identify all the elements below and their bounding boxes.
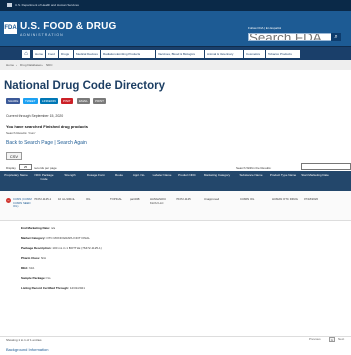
cell-start-marketing-date: 07/18/2020 bbox=[304, 197, 318, 201]
previous-page-button[interactable]: Previous bbox=[309, 337, 321, 342]
next-page-button[interactable]: Next bbox=[338, 337, 344, 342]
nav-item-cosmetics[interactable]: Cosmetics bbox=[244, 50, 265, 58]
page-size-select[interactable]: 25 bbox=[19, 164, 32, 170]
showing-entries: Showing 1 to 1 of 1 entries bbox=[6, 338, 42, 342]
nav-item-medical-devices[interactable]: Medical Devices bbox=[74, 50, 100, 58]
cell-product-ndc: 76472-1125 bbox=[176, 197, 191, 201]
table-footer bbox=[0, 336, 351, 344]
search-icon[interactable]: ⌕ bbox=[331, 33, 341, 41]
current-through: Current through September 15, 2020 bbox=[6, 114, 64, 118]
cell-strength: 10 mL/100mL bbox=[58, 197, 76, 201]
share-linkedin-button[interactable]: LINKEDIN bbox=[40, 98, 58, 104]
cell-proprietary-name[interactable]: CUMS (CUMM CUMIN SEED OIL) bbox=[13, 197, 33, 209]
cell-substance-name: CUMIN OIL bbox=[240, 197, 255, 201]
brand-subtitle: ADMINISTRATION bbox=[20, 33, 64, 37]
detail-sample-package: Sample Package: No bbox=[21, 276, 51, 280]
nav-item-radiation[interactable]: Radiation-Emitting Products bbox=[101, 50, 155, 58]
table-row[interactable] bbox=[0, 191, 351, 221]
filter-input[interactable] bbox=[301, 163, 351, 170]
breadcrumb-ndc: NDC bbox=[46, 63, 53, 67]
share-twitter-button[interactable]: TWEET bbox=[23, 98, 38, 104]
background-information-link[interactable]: Background Information bbox=[6, 347, 48, 352]
flag-icon bbox=[7, 3, 12, 7]
detail-listing-certified: Listing Record Certified Through: 12/31/… bbox=[21, 286, 85, 290]
header-links[interactable]: Follow FDA | En Español bbox=[248, 26, 281, 30]
column-header[interactable]: NDC Package Code bbox=[32, 173, 56, 182]
column-header[interactable]: Strength bbox=[58, 173, 82, 178]
breadcrumb-drug-databases[interactable]: Drug Databases bbox=[20, 63, 42, 67]
column-header[interactable]: Product Type Name bbox=[268, 173, 298, 178]
share-pinterest-button[interactable]: PINIT bbox=[61, 98, 73, 104]
column-header[interactable]: Route bbox=[110, 173, 128, 178]
column-header[interactable]: Substance Name bbox=[236, 173, 266, 178]
cell-appl-no: part348 bbox=[130, 197, 140, 201]
cell-route: TOPICAL bbox=[110, 197, 122, 201]
nav-item-food[interactable]: Food bbox=[46, 50, 58, 58]
cell-ndc-package-code: 76472-1125-1 bbox=[34, 197, 52, 201]
column-header[interactable]: Appl. No. bbox=[130, 173, 148, 178]
detail-market-category: Market Category: OTC MONOGRAPH NOT FINAL bbox=[21, 236, 90, 240]
cell-dosage-form: OIL bbox=[86, 197, 91, 201]
column-header[interactable]: Start Marketing Date bbox=[300, 173, 330, 178]
nav-item-tobacco[interactable]: Tobacco Products bbox=[266, 50, 300, 58]
cell-product-type: HUMAN OTC DRUG bbox=[272, 197, 298, 201]
results-table-header: Proprietary Name NDC Package Code Streng… bbox=[0, 171, 351, 191]
gov-banner: U.S. Department of Health and Human Serv… bbox=[0, 0, 351, 11]
nav-item-drugs[interactable]: Drugs bbox=[59, 50, 73, 58]
records-per-page-label: records per page bbox=[34, 166, 57, 170]
column-header[interactable]: Labeler Name bbox=[150, 173, 174, 178]
back-to-search-link[interactable]: Back to Search Page | Search Again bbox=[6, 140, 87, 146]
breadcrumb-home[interactable]: Home bbox=[6, 63, 14, 67]
nav-item-home[interactable]: Home bbox=[33, 50, 45, 58]
filter-label: Search Within the Results: bbox=[236, 166, 272, 170]
share-email-button[interactable]: EMAIL bbox=[77, 98, 91, 104]
collapse-row-icon[interactable]: − bbox=[6, 198, 11, 203]
detail-dea: DEA: N/A bbox=[21, 266, 35, 270]
detail-package-description: Package Description: 100 mL in 1 BOTTLE … bbox=[21, 246, 102, 250]
column-header[interactable]: Product NDC bbox=[176, 173, 198, 178]
fda-logo[interactable]: FDA bbox=[4, 22, 17, 34]
cell-labeler-name: HANGZHOU KLOU LLC bbox=[150, 197, 167, 205]
search-input[interactable] bbox=[248, 33, 332, 41]
breadcrumb: Home › Drug Databases › NDC bbox=[0, 60, 351, 70]
share-print-button[interactable]: PRINT bbox=[93, 98, 106, 104]
page-title: National Drug Code Directory bbox=[4, 80, 166, 92]
display-label: Display bbox=[6, 166, 16, 170]
share-facebook-button[interactable]: SHARE bbox=[6, 98, 21, 104]
brand-name[interactable]: U.S. FOOD & DRUG bbox=[20, 21, 117, 32]
nav-item-animal[interactable]: Animal & Veterinary bbox=[205, 50, 243, 58]
gov-banner-text: U.S. Department of Health and Human Serv… bbox=[15, 3, 79, 7]
nav-item-vaccines[interactable]: Vaccines, Blood & Biologics bbox=[156, 50, 204, 58]
searched-heading: You have searched Finished drug products bbox=[6, 124, 88, 129]
home-icon[interactable]: ⌂ bbox=[22, 50, 30, 58]
search-results-label: Search Results: 'Cum' bbox=[6, 131, 36, 135]
cell-marketing-category: Unapproved bbox=[204, 197, 220, 201]
column-header[interactable]: Proprietary Name bbox=[2, 173, 30, 178]
csv-export-button[interactable]: CSV bbox=[6, 152, 22, 160]
detail-end-marketing-date: End Marketing Date: n/a bbox=[21, 226, 56, 230]
detail-pharm-class: Pharm Class: N/A bbox=[21, 256, 47, 260]
column-header[interactable]: Dosage Form bbox=[84, 173, 108, 178]
page-number-button[interactable]: 1 bbox=[329, 337, 335, 342]
main-nav: ⌂ Home Food Drugs Medical Devices Radiat… bbox=[0, 46, 351, 60]
column-header[interactable]: Marketing Category bbox=[200, 173, 234, 178]
